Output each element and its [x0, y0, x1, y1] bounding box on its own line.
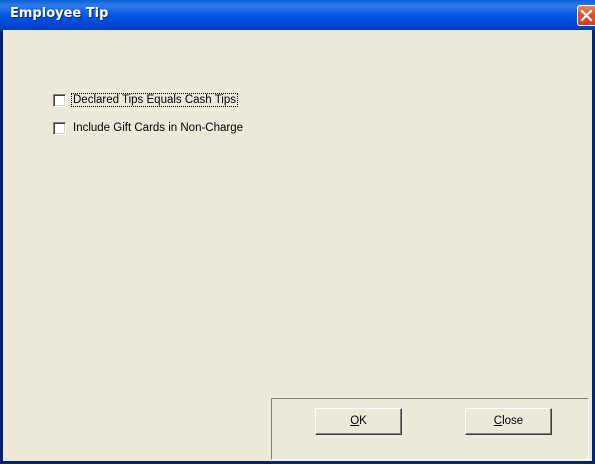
ok-label-rest: K	[359, 415, 367, 427]
close-window-button[interactable]	[577, 5, 595, 26]
close-label-rest: lose	[502, 415, 524, 427]
declared-tips-option[interactable]: Declared Tips Equals Cash Tips	[53, 92, 238, 108]
ok-mnemonic: O	[350, 415, 360, 427]
close-x-icon	[580, 9, 593, 22]
ok-button[interactable]: OK	[315, 408, 402, 435]
dialog-window: Employee Tip Declared Tips Equals Cash T…	[0, 0, 595, 464]
close-button[interactable]: Close	[465, 408, 552, 435]
declared-tips-label[interactable]: Declared Tips Equals Cash Tips	[71, 93, 238, 107]
gift-cards-checkbox[interactable]	[53, 121, 66, 135]
gift-cards-label[interactable]: Include Gift Cards in Non-Charge	[72, 122, 244, 134]
declared-tips-checkbox[interactable]	[53, 93, 66, 107]
window-title: Employee Tip	[10, 6, 109, 21]
title-bar[interactable]: Employee Tip	[0, 0, 595, 30]
dialog-content: Declared Tips Equals Cash Tips Include G…	[3, 30, 592, 461]
close-mnemonic: C	[493, 415, 503, 427]
gift-cards-option[interactable]: Include Gift Cards in Non-Charge	[53, 120, 244, 136]
